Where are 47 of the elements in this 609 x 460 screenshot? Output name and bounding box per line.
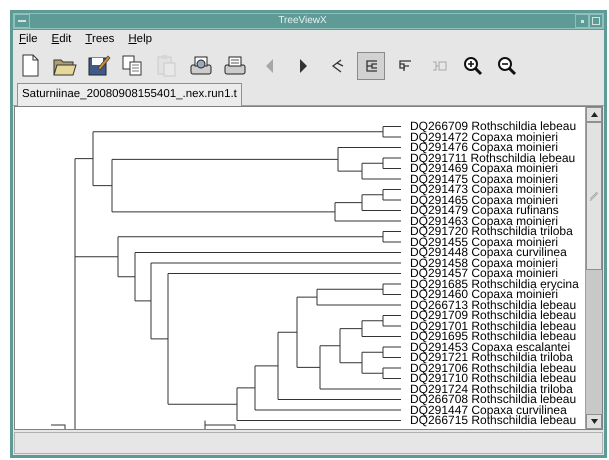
taxon-label: DQ291465 Copaxa moinieri [410,194,560,205]
left-triangle-icon [266,59,272,73]
menu-item[interactable]: File [19,31,38,49]
taxon-label: DQ291457 Copaxa moinieri [410,268,558,278]
taxon-label: DQ291721 Rothschildia triloba [410,352,573,362]
taxon-label: DQ291458 Copaxa moinieri [410,258,558,268]
menu-item[interactable]: Trees [85,31,114,49]
square-icon [592,17,600,25]
taxon-label: DQ291447 Copaxa curvilinea [410,404,567,415]
taxon-label: DQ266708 Rothschildia lebeau [410,394,578,404]
down-arrow-icon [590,419,598,424]
taxon-label: DQ291463 Copaxa moinieri [410,216,558,226]
taxon-label: DQ291710 Rothschildia lebeau [410,373,578,384]
scroll-thumb[interactable] [586,122,602,270]
taxon-label: DQ266713 Rothschildia lebeau [410,300,578,310]
minus-icon [18,20,26,22]
taxon-label: DQ266709 Rothschildia lebeau [410,121,578,132]
taxon-label: DQ266715 Rothschildia lebeau [410,415,578,426]
taxon-label: DQ291453 Copaxa escalantei [410,342,570,352]
taxon-label: DQ291448 Copaxa curvilinea [410,247,568,258]
taxon-label: DQ291460 Copaxa moinieri [410,289,558,300]
taxon-label: DQ291479 Copaxa rufinans [410,205,560,216]
grip-icon [590,191,598,201]
up-arrow-icon [590,112,598,117]
taxon-label: DQ291455 Copaxa moinieri [410,236,558,247]
taxon-label: DQ291720 Rothschildia triloba [410,226,574,236]
taxon-label: DQ291695 Rothschildia lebeau [410,331,578,342]
taxon-label: DQ291685 Rothschildia erycina [410,278,579,289]
rectangular-tree-button[interactable] [357,52,385,80]
taxon-label: DQ291711 Rothschildia lebeau [410,152,576,163]
taxon-label: DQ291473 Copaxa moinieri [410,184,560,194]
taxon-label: DQ291709 Rothschildia lebeau [410,310,578,320]
taxon-label: DQ291469 Copaxa moinieri [410,163,558,174]
window-title: TreeViewX [277,14,328,28]
taxon-label: DQ291701 Rothschildia lebeau [410,320,578,331]
taxon-label: DQ291476 Copaxa moinieri [410,142,558,152]
vertical-scrollbar[interactable] [585,107,602,429]
scroll-down-button[interactable] [586,414,602,429]
taxon-label: DQ291724 Rothschildia triloba [410,384,573,394]
scroll-up-button[interactable] [586,107,602,122]
document-tab[interactable]: Saturniinae_20080908155401_.nex.run1.t [17,83,242,106]
menu-item[interactable]: Help [128,31,152,49]
taxon-label: DQ291472 Copaxa moinieri [410,132,558,142]
menu-item[interactable]: Edit [52,31,72,49]
right-triangle-icon [300,59,306,73]
taxon-label: DQ291475 Copaxa moinieri [410,174,560,184]
taxon-label: DQ291706 Rothschildia lebeau [410,362,578,373]
